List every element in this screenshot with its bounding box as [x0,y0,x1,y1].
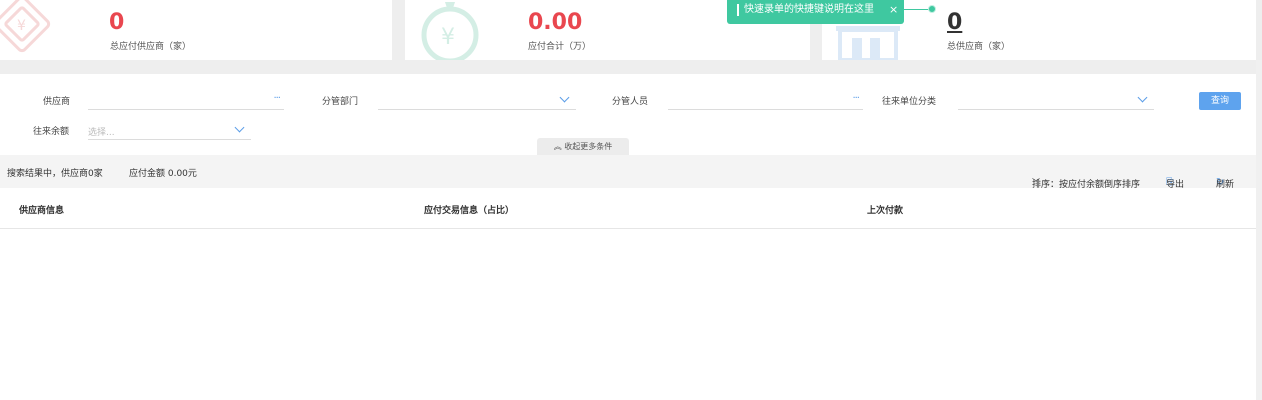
tooltip-text: 快速录单的快捷键说明在这里 [744,4,874,15]
chevron-down-icon [1137,92,1148,103]
payable-total-label: 应付合计（万） [528,42,592,52]
table-header: 供应商信息 应付交易信息（占比） 上次付款 [0,188,1256,229]
more-icon[interactable]: ··· [273,93,280,104]
total-suppliers-label: 总供应商（家） [947,42,1011,52]
tooltip-accent-bar [737,4,739,16]
supplier-table: 供应商信息 应付交易信息（占比） 上次付款 [0,188,1256,400]
more-icon[interactable]: ··· [852,93,859,104]
category-select[interactable] [958,92,1154,110]
tooltip-connector [904,9,930,10]
money-bag-icon: ¥ [421,2,479,60]
chevron-down-icon [234,122,245,133]
payable-suppliers-label: 总应付供应商（家） [110,42,192,52]
collapse-conditions-button[interactable]: ︽ 收起更多条件 [537,138,629,155]
balance-placeholder: 选择... [88,128,115,138]
column-header-supplier: 供应商信息 [19,206,65,216]
supplier-label: 供应商 [43,97,71,107]
summary-bar: 搜索结果中，供应商0家 应付金额 0.00元 排序：按应付余额倒序排序 ﹀ ⎘ 导出… [0,155,1262,190]
balance-label: 往来余额 [33,127,70,137]
result-summary: 搜索结果中，供应商0家 [7,169,103,179]
person-input[interactable]: ··· [668,93,863,110]
person-label: 分管人员 [612,97,649,107]
svg-text:¥: ¥ [17,18,26,34]
dept-select[interactable] [378,92,576,110]
payable-suppliers-value: 0 [109,10,125,35]
column-header-last-payment: 上次付款 [867,206,904,216]
stat-card-payable-suppliers: ¥ 0 总应付供应商（家） [0,0,392,60]
page-scrollbar-track[interactable] [1256,60,1262,400]
svg-text:¥: ¥ [441,25,455,50]
shortcut-tooltip: 快速录单的快捷键说明在这里 × [727,0,904,24]
payable-total-value: 0.00 [528,10,583,35]
total-suppliers-value[interactable]: 0 [947,10,962,35]
tooltip-anchor-dot [928,5,936,13]
close-icon[interactable]: × [889,0,898,20]
category-label: 往来单位分类 [882,97,937,107]
collapse-label: 收起更多条件 [564,142,613,151]
supplier-input[interactable]: ··· [88,93,284,110]
dept-label: 分管部门 [322,97,359,107]
chevron-up-icon: ︽ [553,142,562,151]
chevron-down-icon: ﹀ [1032,178,1040,187]
filter-panel: 供应商 ··· 分管部门 分管人员 ··· 往来单位分类 查询 往来余额 选择.… [0,74,1256,155]
payable-stamp-icon: ¥ [0,0,51,53]
amount-summary: 应付金额 0.00元 [129,169,197,179]
column-header-payable: 应付交易信息（占比） [424,206,515,216]
query-button[interactable]: 查询 [1199,92,1241,110]
chevron-down-icon [559,92,570,103]
balance-select[interactable]: 选择... [88,122,251,140]
